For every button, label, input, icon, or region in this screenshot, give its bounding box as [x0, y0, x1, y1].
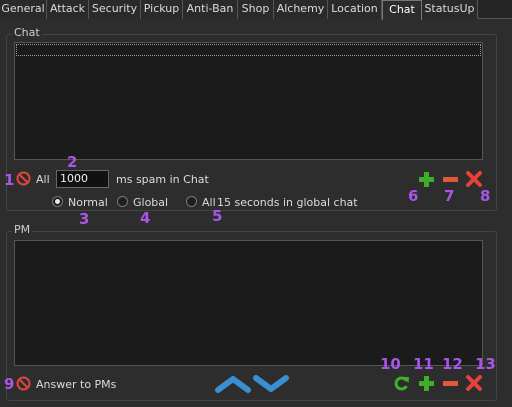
tab-chat[interactable]: Chat — [382, 0, 422, 20]
pm-messages-list[interactable] — [14, 240, 483, 366]
delete-x-icon[interactable] — [465, 374, 483, 392]
chevron-up-icon[interactable] — [215, 375, 251, 393]
annotation-4: 4 — [140, 209, 151, 227]
tab-attack[interactable]: Attack — [47, 0, 89, 19]
chat-group-title: Chat — [12, 26, 42, 39]
radio-all-suffix: 15 seconds in global chat — [217, 196, 358, 209]
plus-icon[interactable] — [418, 171, 435, 188]
annotation-5: 5 — [212, 207, 223, 225]
block-icon[interactable] — [16, 376, 31, 391]
minus-icon[interactable] — [442, 375, 459, 392]
tab-alchemy[interactable]: Alchemy — [274, 0, 328, 19]
radio-normal[interactable] — [52, 196, 63, 207]
annotation-1: 1 — [4, 171, 15, 189]
annotation-10: 10 — [380, 355, 401, 373]
tab-location[interactable]: Location — [328, 0, 382, 19]
tab-pickup[interactable]: Pickup — [141, 0, 183, 19]
tab-shop[interactable]: Shop — [238, 0, 274, 19]
all-label: All — [36, 173, 50, 186]
annotation-8: 8 — [480, 187, 491, 205]
annotation-12: 12 — [442, 355, 463, 373]
block-icon[interactable] — [16, 171, 31, 186]
tab-bar: General Attack Security Pickup Anti-Ban … — [0, 0, 512, 20]
annotation-7: 7 — [444, 187, 455, 205]
tab-security[interactable]: Security — [89, 0, 141, 19]
radio-normal-label: Normal — [68, 196, 108, 209]
chat-messages-list[interactable] — [14, 42, 483, 160]
delete-x-icon[interactable] — [465, 170, 483, 188]
chevron-down-icon[interactable] — [253, 375, 289, 393]
selected-list-row — [16, 44, 481, 56]
pm-group-title: PM — [12, 223, 33, 236]
annotation-11: 11 — [413, 355, 434, 373]
radio-global[interactable] — [117, 196, 128, 207]
radio-global-label: Global — [133, 196, 169, 209]
refresh-icon[interactable] — [393, 375, 410, 392]
plus-icon[interactable] — [418, 375, 435, 392]
annotation-2: 2 — [67, 153, 78, 171]
annotation-6: 6 — [408, 187, 419, 205]
annotation-3: 3 — [79, 210, 90, 228]
annotation-13: 13 — [475, 355, 496, 373]
spam-suffix-label: ms spam in Chat — [116, 173, 209, 186]
spam-interval-input[interactable]: 1000 — [56, 170, 109, 188]
radio-all[interactable] — [186, 196, 197, 207]
answer-pms-label: Answer to PMs — [36, 378, 117, 391]
minus-icon[interactable] — [442, 171, 459, 188]
tab-statusup[interactable]: StatusUp — [422, 0, 478, 19]
tab-anti-ban[interactable]: Anti-Ban — [183, 0, 238, 19]
tab-general[interactable]: General — [0, 0, 47, 19]
annotation-9: 9 — [4, 375, 15, 393]
